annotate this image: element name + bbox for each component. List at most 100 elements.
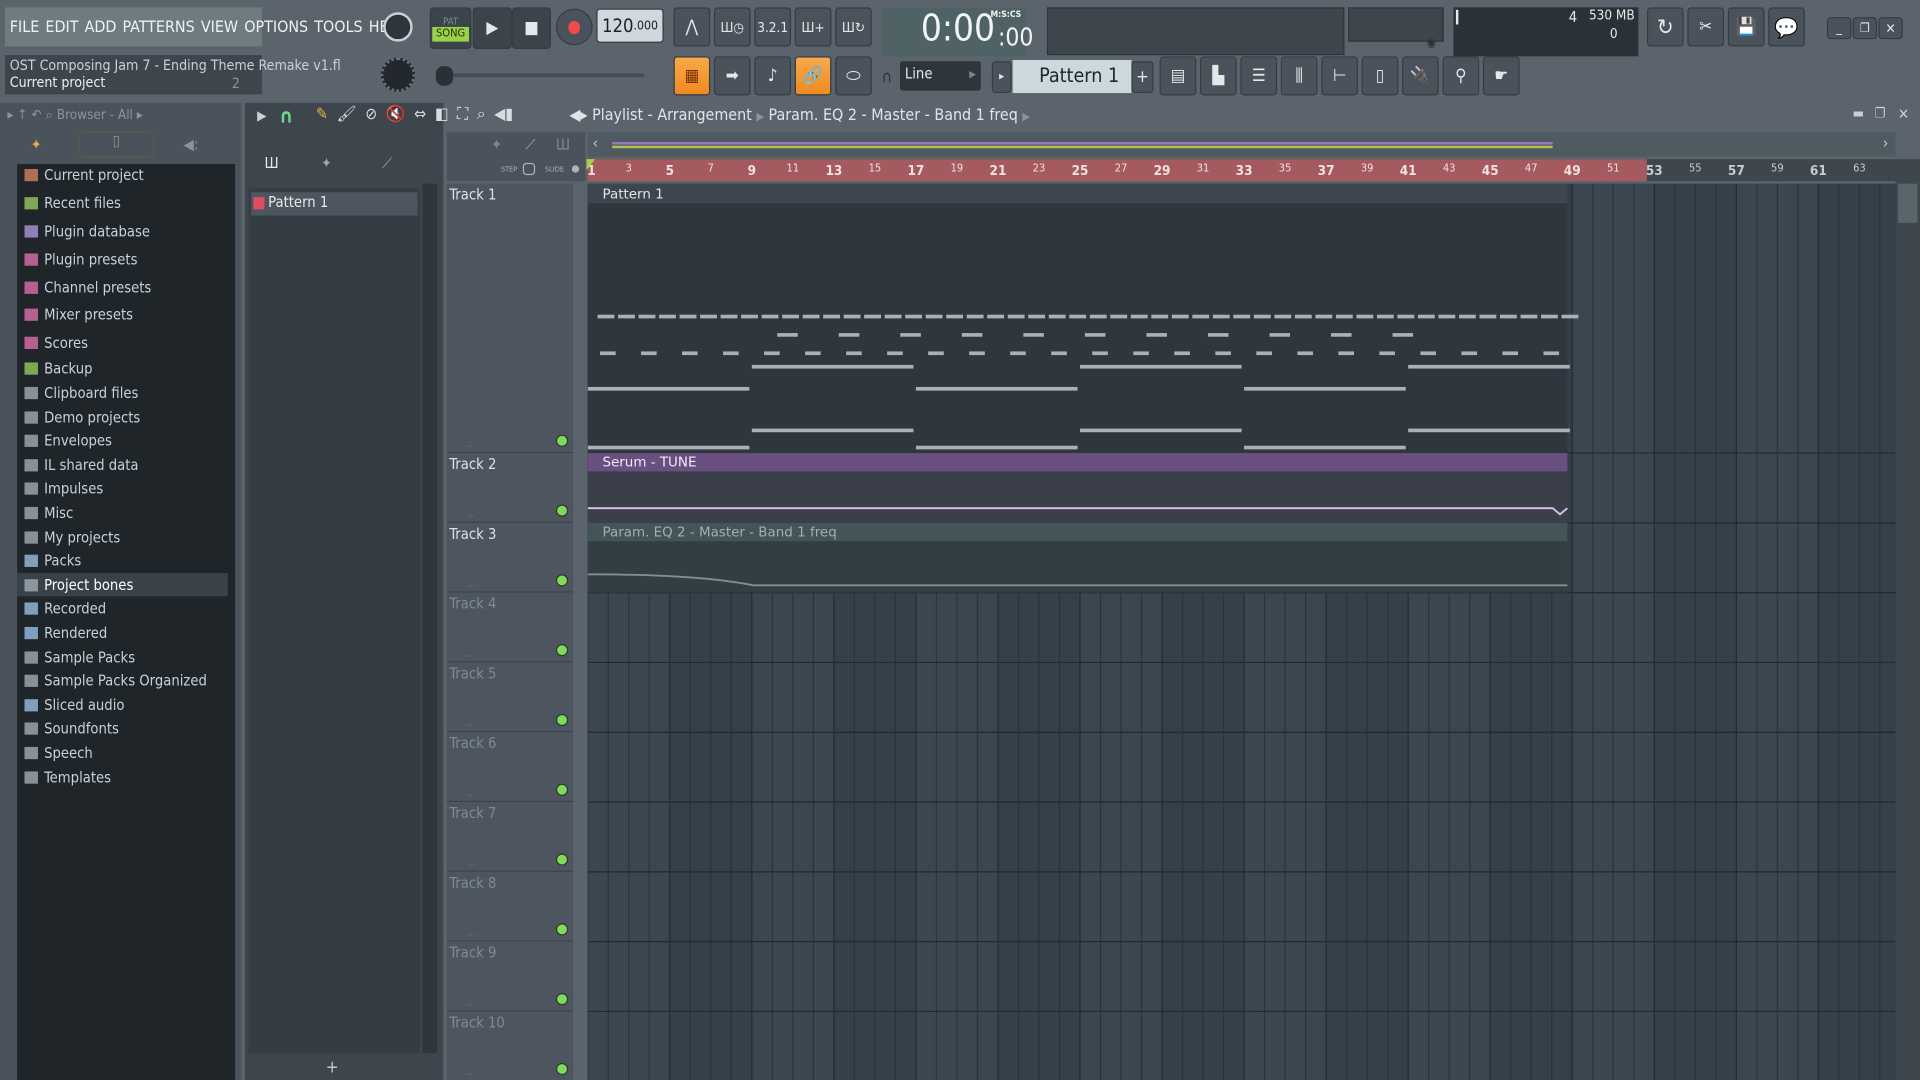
track-mute-led[interactable] [557,575,567,586]
pattern-selector[interactable]: Pattern 1 [1012,60,1132,94]
timeline-ruler[interactable]: 1 3 5 7 9 11 13 15 17 19 21 23 25 27 29 31 33 35 37 39 41 43 4… [587,159,1896,182]
browser-item[interactable]: Envelopes [17,429,228,452]
browser-files-tab[interactable]: ▯ [78,131,155,158]
close-button[interactable]: ✕ [1878,17,1903,40]
playlist-breadcrumb[interactable]: Param. EQ 2 - Master - Band 1 freq [769,107,1018,125]
picker-item-pattern[interactable]: Pattern 1 [251,192,418,216]
vertical-scrollbar[interactable] [1895,159,1920,1080]
browser-item[interactable]: Mixer presets [17,302,228,325]
track-header[interactable]: Track 6… [446,732,574,803]
playlist-grid[interactable]: Pattern 1 Serum - TUNE Param. EQ 2 - Maste… [587,183,1896,1080]
browser-item[interactable]: Templates [17,765,228,788]
playback-tool-icon[interactable]: ◀▮ [494,105,513,129]
routing-icon[interactable]: ⊢ [1321,56,1358,96]
browser-item[interactable]: IL shared data [17,453,228,476]
browser-item[interactable]: Sliced audio [17,693,228,716]
record-button[interactable]: ● [555,8,593,46]
track-header[interactable]: Track 1… [446,183,574,454]
hand-icon[interactable]: ☛ [1482,56,1520,96]
track-header[interactable]: Track 3… [446,522,574,593]
browser-item[interactable]: Backup [17,356,228,379]
track-header[interactable]: Track 8… [446,871,574,942]
browser-item[interactable]: Plugin presets [17,247,228,270]
link-icon[interactable]: 🔗 [794,56,832,96]
browser-item[interactable]: Recent files [17,191,228,214]
stop-button[interactable]: ■ [511,7,552,49]
scroll-left-icon[interactable]: ‹ [593,135,598,152]
menu-options[interactable]: OPTIONS [244,18,308,36]
track-mute-led[interactable] [557,854,567,865]
menu-view[interactable]: VIEW [201,18,238,36]
track-mute-led[interactable] [557,645,567,656]
plugin-icon[interactable]: 🔌 [1402,56,1439,96]
master-volume-knob[interactable] [383,12,413,42]
mixer-icon[interactable]: ⫼ [1280,56,1318,96]
menu-tools[interactable]: TOOLS [314,18,362,36]
track-mute-led[interactable] [557,505,567,516]
wait-for-input-icon[interactable]: Ш◷ [713,7,751,47]
channel-rack-icon[interactable]: ☰ [1240,56,1278,96]
scroll-thumb[interactable] [1897,183,1918,223]
browser-title[interactable]: Browser - All [57,107,133,123]
browser-menu-icon[interactable]: ▸ [137,107,143,123]
track-header[interactable]: Track 5… [446,662,574,733]
playlist-snap-icon[interactable]: ▦ [673,56,711,96]
pattern-add-button[interactable]: + [1131,61,1154,94]
browser-item[interactable]: Soundfonts [17,716,228,739]
arrow-right-icon[interactable]: ➡ [713,56,751,96]
picker-automation-tab[interactable]: ⟋ [382,154,392,172]
master-pitch-slider[interactable] [435,73,645,78]
browser-item[interactable]: My projects [17,525,228,548]
playlist-minimize-button[interactable]: ▬ [1853,105,1864,121]
browser-item[interactable]: Plugin database [17,219,228,242]
tempo-display[interactable]: 120.000 [596,8,664,43]
playlist-close-button[interactable]: ✕ [1898,105,1909,122]
track-header[interactable]: Track 7… [446,802,574,872]
playhead-marker[interactable] [586,159,596,171]
time-display[interactable]: 0:00 :00 M:S:CS [881,7,1033,57]
browser-item[interactable]: Demo projects [17,405,228,428]
browser-up-icon[interactable]: ↑ [17,107,27,123]
playlist-menu-arrow[interactable]: ▶ [257,108,266,124]
pat-song-toggle[interactable]: PAT SONG [429,7,472,49]
paint-tool-icon[interactable]: 🖌 [337,105,357,129]
browser-item[interactable]: Clipboard files [17,381,228,404]
zoom-tool-icon[interactable]: ⌕ [477,105,486,129]
countdown-icon[interactable]: 3.2.1 [754,7,792,47]
browser-item[interactable]: Impulses [17,476,228,499]
piano-roll-icon[interactable]: ▙ [1200,56,1237,96]
browser-item[interactable]: Sample Packs [17,645,228,668]
browser-icon[interactable]: ▯ [1361,56,1399,96]
browser-item[interactable]: Packs [17,549,228,572]
snap-dropdown[interactable]: Line ▸ [900,61,981,91]
browser-item[interactable]: Rendered [17,621,228,644]
audio-clip-icon[interactable]: ✦ [491,136,502,153]
automation-clip-icon[interactable]: ⟋ [525,136,535,154]
track-mute-led[interactable] [557,994,567,1005]
draw-tool-icon[interactable]: ✎ [316,105,328,129]
picker-add-button[interactable]: + [326,1058,339,1078]
step-toggle[interactable] [522,162,536,176]
menu-file[interactable]: FILE [10,18,39,36]
undo-history-icon[interactable]: ↻ [1646,7,1684,47]
browser-plugins-tab[interactable]: ◀: [184,136,199,153]
delete-tool-icon[interactable]: ⊘ [365,105,377,129]
pattern-clip-icon[interactable]: Ш [556,136,570,153]
snap-magnet-icon[interactable]: ∩ [279,104,293,127]
cut-audio-icon[interactable]: ✂ [1687,7,1725,47]
browser-item[interactable]: Misc [17,501,228,524]
browser-back-icon[interactable]: ↶ [31,107,41,123]
minimize-button[interactable]: _ [1826,17,1852,40]
chat-icon[interactable]: 💬 [1768,7,1805,47]
track-header[interactable]: Track 4… [446,592,574,663]
mute-tool-icon[interactable]: 🔇 [386,105,406,129]
metronome-icon[interactable]: ⋀ [673,7,711,47]
browser-item[interactable]: Current project [17,163,228,186]
track-mute-led[interactable] [557,1064,567,1074]
picker-patterns-tab[interactable]: Ш [264,154,278,171]
step-edit-icon[interactable]: Ш+ [794,7,832,47]
browser-search-icon[interactable]: ⌕ [45,107,53,123]
track-header[interactable]: Track 2… [446,453,574,523]
browser-item[interactable]: Scores [17,331,228,354]
browser-item[interactable]: Speech [17,741,228,764]
